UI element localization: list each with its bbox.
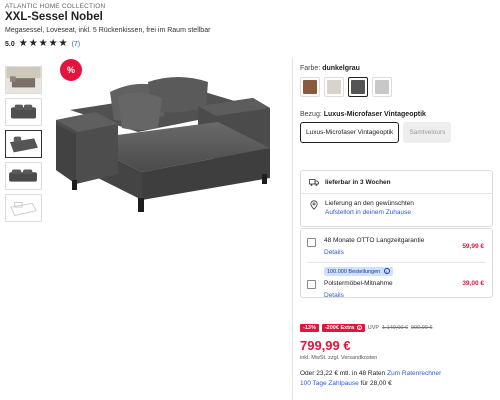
service-title: Polstermöbel-Mitnahme: [324, 280, 393, 287]
color-label-text: Farbe:: [300, 65, 321, 72]
info-icon[interactable]: i: [356, 325, 362, 330]
uvp-label: UVP: [367, 325, 380, 331]
installments: Oder 23,22 € mtl. in 48 Raten Zum Ratenr…: [300, 370, 495, 377]
color-label: Farbe: dunkelgrau: [300, 65, 495, 72]
thumbnail-room[interactable]: [5, 66, 42, 94]
installment-calculator-link[interactable]: Zum Ratenrechner: [387, 370, 441, 377]
swatch-beige[interactable]: [324, 77, 344, 97]
old-price: 999,99 €: [411, 325, 433, 331]
current-price: 799,99 €: [300, 338, 351, 353]
service-details-link[interactable]: Details: [324, 249, 462, 256]
cover-label: Bezug: Luxus-Microfaser Vintageoptik: [300, 111, 495, 118]
bestseller-badge-text: 100.000 Bestellungen: [327, 269, 381, 275]
star-icon: ★: [18, 38, 28, 49]
delivery-link[interactable]: Aufstellort in deinem Zuhause: [325, 209, 414, 216]
service-warranty-text: 48 Monate OTTO Langzeitgarantie Details: [324, 237, 462, 256]
warranty-checkbox[interactable]: [307, 238, 316, 247]
cover-option-samtvelours[interactable]: Samtvelours: [403, 122, 452, 143]
service-pickup-text: 100.000 Bestellungen i Polstermöbel-Mitn…: [324, 267, 462, 299]
delivery-text: Lieferung an den gewünschten: [325, 200, 414, 207]
uvp-price: 1.149,00 €: [382, 325, 409, 331]
color-swatches: [300, 77, 495, 97]
availability-text: lieferbar in 3 Wochen: [325, 178, 391, 186]
variant-panel: Farbe: dunkelgrau Bezug: Luxus-Microfase…: [300, 65, 495, 143]
star-icon: ★: [38, 38, 48, 49]
swatch-darkgrey[interactable]: [348, 77, 368, 97]
zahlpause: 100 Tage Zahlpause für 28,00 €: [300, 380, 495, 387]
thumbnail-sketch[interactable]: [5, 194, 42, 222]
product-title: XXL-Sessel Nobel: [5, 11, 103, 23]
brand-name[interactable]: ATLANTIC HOME COLLECTION: [5, 3, 105, 10]
star-icon: ★: [58, 38, 68, 49]
service-warranty: 48 Monate OTTO Langzeitgarantie Details …: [301, 229, 492, 256]
service-price: 39,00 €: [462, 280, 484, 287]
swatch-brown[interactable]: [300, 77, 320, 97]
service-price: 59,99 €: [462, 243, 484, 250]
zahlpause-link[interactable]: 100 Tage Zahlpause: [300, 380, 359, 387]
delivery-location-text: Lieferung an den gewünschten Aufstellort…: [325, 200, 414, 216]
location-pin-icon: [309, 200, 319, 210]
info-icon[interactable]: i: [383, 268, 390, 274]
star-icon: ★: [48, 38, 58, 49]
cover-options: Luxus-Microfaser Vintageoptik Samtvelour…: [300, 122, 495, 143]
price-tags: -13% -200€ Extra i UVP 1.149,00 € 999,99…: [300, 324, 495, 332]
zahlpause-text: für 28,00 €: [360, 380, 392, 387]
rating[interactable]: 5.0 ★ ★ ★ ★ ★ (7): [5, 39, 80, 49]
discount-tag: -13%: [300, 324, 319, 332]
color-selected: dunkelgrau: [322, 65, 360, 72]
availability-row: lieferbar in 3 Wochen: [301, 171, 492, 193]
delivery-box: lieferbar in 3 Wochen Lieferung an den g…: [300, 170, 493, 227]
thumbnail-angle[interactable]: [5, 130, 42, 158]
thumbnail-side[interactable]: [5, 162, 42, 190]
extra-discount-text: -200€ Extra: [324, 325, 355, 331]
thumbnail-front[interactable]: [5, 98, 42, 126]
swatch-lightgrey[interactable]: [372, 77, 392, 97]
delivery-location-row: Lieferung an den gewünschten Aufstellort…: [301, 194, 492, 222]
star-icon: ★: [28, 38, 38, 49]
column-divider: [292, 58, 293, 400]
thumbnail-list: [5, 66, 43, 226]
price-note: inkl. MwSt. zzgl. Versandkosten: [300, 355, 378, 361]
extra-discount-tag[interactable]: -200€ Extra i: [321, 324, 365, 332]
bestseller-badge: 100.000 Bestellungen i: [324, 267, 393, 276]
service-pickup: 100.000 Bestellungen i Polstermöbel-Mitn…: [301, 263, 492, 299]
installment-text: Oder 23,22 € mtl. in 48 Raten: [300, 370, 386, 377]
service-title: 48 Monate OTTO Langzeitgarantie: [324, 237, 425, 244]
product-image[interactable]: [48, 70, 288, 230]
rating-count[interactable]: (7): [72, 41, 81, 48]
price-area: -13% -200€ Extra i UVP 1.149,00 € 999,99…: [300, 324, 495, 387]
service-details-link[interactable]: Details: [324, 292, 462, 299]
cover-option-microfaser[interactable]: Luxus-Microfaser Vintageoptik: [300, 122, 400, 143]
rating-score: 5.0: [5, 40, 15, 48]
truck-icon: [309, 177, 319, 187]
product-subtitle: Megasessel, Loveseat, inkl. 5 Rückenkiss…: [5, 27, 211, 34]
rating-stars: ★ ★ ★ ★ ★: [19, 39, 68, 49]
cover-label-text: Bezug:: [300, 111, 322, 118]
cover-selected: Luxus-Microfaser Vintageoptik: [323, 111, 426, 118]
services-box: 48 Monate OTTO Langzeitgarantie Details …: [300, 228, 493, 299]
pickup-checkbox[interactable]: [307, 280, 316, 289]
